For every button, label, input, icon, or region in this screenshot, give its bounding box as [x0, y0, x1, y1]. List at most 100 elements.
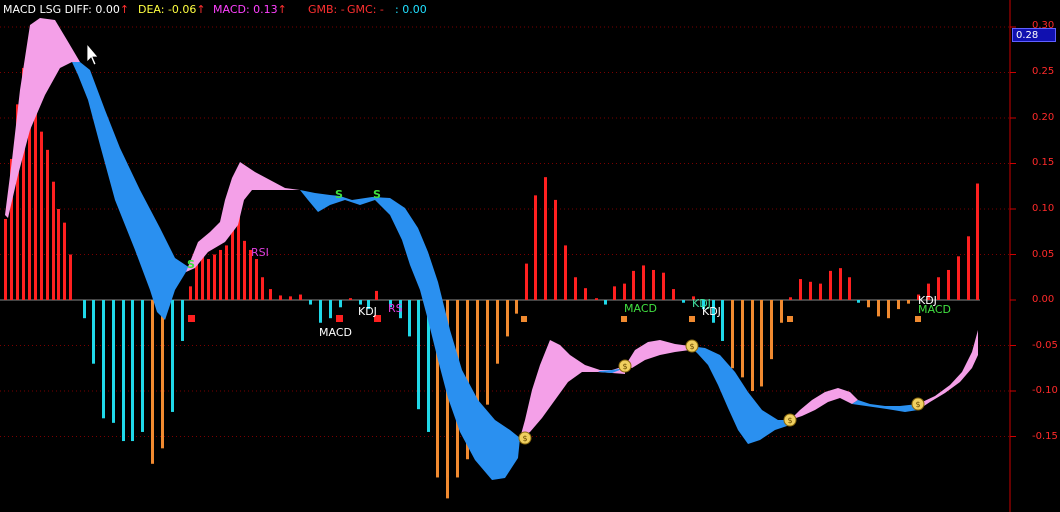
indicator-legend: MACD LSG DIFF: 0.00↑: [3, 3, 129, 16]
histogram-bar: [967, 236, 970, 300]
histogram-bar: [506, 300, 509, 337]
histogram-bar: [309, 300, 312, 305]
signal-square: [336, 315, 343, 322]
histogram-bar: [496, 300, 499, 364]
extra-legend: : 0.00: [395, 3, 427, 16]
histogram-bar: [4, 219, 7, 300]
histogram-bar: [741, 300, 744, 378]
histogram-bar: [63, 222, 66, 300]
histogram-bar: [682, 300, 685, 303]
signal-square: [621, 316, 627, 322]
histogram-bar: [269, 289, 272, 300]
histogram-bar: [789, 297, 792, 300]
histogram-bar: [819, 283, 822, 300]
histogram-bar: [877, 300, 880, 317]
histogram-bar: [375, 290, 378, 300]
axis-tick-label: 0.10: [1032, 203, 1055, 214]
histogram-bar: [207, 259, 210, 300]
histogram-bar: [652, 269, 655, 300]
histogram-bar: [69, 254, 72, 300]
up-arrow-icon: ↑: [277, 3, 287, 16]
histogram-bar: [857, 300, 860, 303]
histogram-bar: [751, 300, 754, 391]
histogram-bar: [46, 149, 49, 300]
histogram-bar: [976, 183, 979, 300]
histogram-bar: [112, 300, 115, 423]
histogram-bar: [289, 296, 292, 300]
up-arrow-icon: ↑: [196, 3, 206, 16]
s-signal-label: S: [335, 188, 343, 201]
histogram-bar: [57, 209, 60, 300]
svg-text:$: $: [787, 416, 792, 425]
axis-tick-label: -0.15: [1032, 431, 1058, 442]
dea-value: DEA: -0.06: [138, 3, 197, 16]
macd-chart[interactable]: $ $ $ $ $: [0, 0, 1060, 512]
histogram-bar: [957, 256, 960, 300]
histogram-bar: [525, 263, 528, 300]
histogram-bar: [623, 283, 626, 300]
histogram-bar: [141, 300, 144, 432]
kdj-signal-label: KDJ: [702, 305, 721, 318]
histogram-bar: [486, 300, 489, 405]
gmb-value: GMB: -: [308, 3, 345, 16]
dea-legend: DEA: -0.06↑: [138, 3, 206, 16]
histogram-bar: [515, 300, 518, 314]
axis-tick-label: 0.15: [1032, 157, 1055, 168]
up-arrow-icon: ↑: [119, 3, 130, 16]
macd-signal-label: MACD: [319, 326, 352, 339]
histogram-bar: [122, 300, 125, 442]
histogram-bar: [417, 300, 420, 410]
histogram-bar: [171, 300, 174, 412]
extra-value: : 0.00: [395, 3, 427, 16]
kdj-signal-label: KDJ: [358, 305, 377, 318]
s-signal-label: S: [187, 258, 195, 271]
histogram-bar: [770, 300, 773, 360]
svg-text:$: $: [522, 434, 527, 443]
signal-square: [787, 316, 793, 322]
indicator-name: MACD LSG: [3, 3, 62, 16]
axis-tick-label: 0.05: [1032, 249, 1055, 260]
histogram-bar: [161, 300, 164, 449]
signal-square: [188, 315, 195, 322]
histogram-bar: [731, 300, 734, 369]
histogram-bar: [672, 289, 675, 300]
gmb-legend: GMB: -: [308, 3, 345, 16]
histogram-bar: [92, 300, 95, 364]
histogram-bar: [867, 300, 870, 308]
histogram-bar: [760, 300, 763, 387]
gmc-value: GMC: -: [347, 3, 384, 16]
histogram-bar: [52, 181, 55, 300]
rs-signal-label: RS: [388, 302, 403, 315]
histogram-bar: [584, 288, 587, 300]
s-signal-label: S: [373, 188, 381, 201]
histogram-bar: [349, 298, 352, 300]
histogram-bar: [219, 249, 222, 300]
histogram-bar: [40, 131, 43, 300]
histogram-bar: [799, 279, 802, 300]
money-bag-icon: $: [618, 359, 632, 373]
histogram-bar: [243, 240, 246, 300]
histogram-bar: [102, 300, 105, 419]
axis-tick-label: 0.20: [1032, 112, 1055, 123]
histogram-bar: [662, 272, 665, 300]
histogram-bar: [225, 245, 228, 300]
histogram-bar: [897, 300, 900, 310]
money-bag-icon: $: [783, 413, 797, 427]
histogram-bar: [261, 277, 264, 300]
svg-text:$: $: [915, 400, 920, 409]
money-bag-icon: $: [685, 339, 699, 353]
histogram-bar: [279, 295, 282, 300]
current-value-label: 0.28: [1012, 28, 1056, 42]
histogram-bar: [887, 300, 890, 319]
histogram-bar: [907, 300, 910, 304]
histogram-bar: [564, 245, 567, 300]
rsi-signal-label: RSI: [251, 246, 269, 259]
macd-value: MACD: 0.13: [213, 3, 278, 16]
histogram-bar: [34, 104, 37, 300]
macd-signal-label: MACD: [624, 302, 657, 315]
histogram-bar: [809, 281, 812, 300]
histogram-bar: [319, 300, 322, 323]
histogram-bar: [329, 300, 332, 319]
signal-square: [689, 316, 695, 322]
histogram-bar: [299, 294, 302, 300]
